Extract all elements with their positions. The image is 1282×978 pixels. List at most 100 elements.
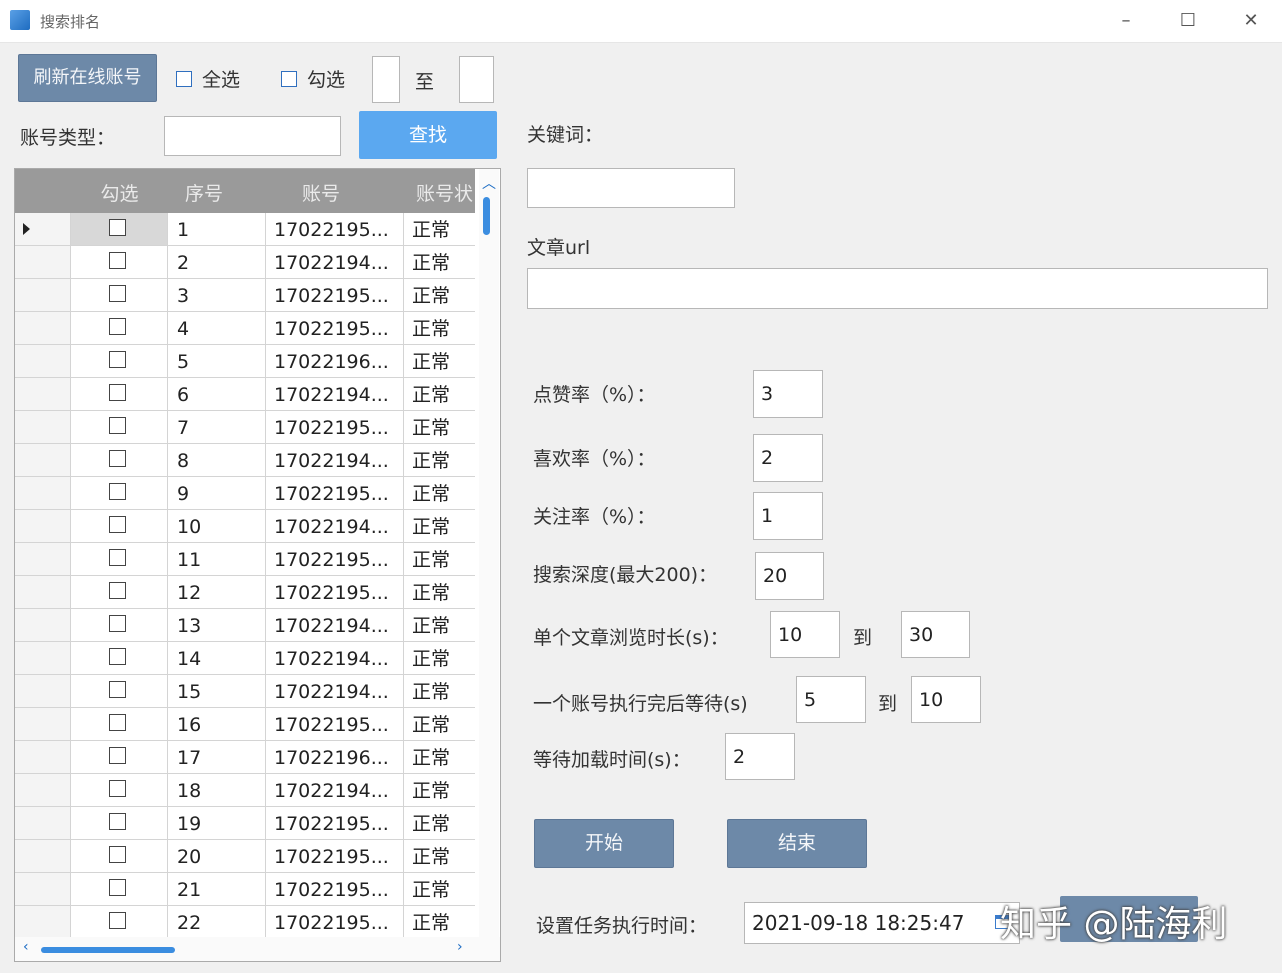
table-row[interactable]: 7 17022195... 正常 [15, 411, 475, 444]
row-checkbox[interactable] [109, 549, 126, 566]
row-header-cell[interactable] [15, 840, 71, 872]
table-row[interactable]: 11 17022195... 正常 [15, 543, 475, 576]
index-cell[interactable]: 11 [168, 543, 266, 575]
table-row[interactable]: 10 17022194... 正常 [15, 510, 475, 543]
fav-rate-input[interactable]: 2 [753, 434, 823, 482]
account-cell[interactable]: 17022195... [266, 576, 404, 608]
account-cell[interactable]: 17022194... [266, 642, 404, 674]
horizontal-scrollbar[interactable]: ‹ › [15, 937, 500, 961]
row-header-cell[interactable] [15, 873, 71, 905]
row-header-cell[interactable] [15, 279, 71, 311]
wait-min-input[interactable]: 5 [796, 676, 866, 723]
account-cell[interactable]: 17022195... [266, 840, 404, 872]
row-header-cell[interactable] [15, 642, 71, 674]
table-row[interactable]: 18 17022194... 正常 [15, 774, 475, 807]
keyword-input[interactable] [527, 168, 735, 208]
account-cell[interactable]: 17022194... [266, 774, 404, 806]
row-header-cell[interactable] [15, 510, 71, 542]
status-cell[interactable]: 正常 [404, 543, 475, 575]
index-cell[interactable]: 21 [168, 873, 266, 905]
close-button[interactable]: ✕ [1237, 8, 1265, 34]
table-row[interactable]: 9 17022195... 正常 [15, 477, 475, 510]
column-header-index[interactable]: 序号 [168, 169, 240, 213]
row-header-cell[interactable] [15, 444, 71, 476]
account-cell[interactable]: 17022195... [266, 411, 404, 443]
account-cell[interactable]: 17022194... [266, 675, 404, 707]
row-header-cell[interactable] [15, 543, 71, 575]
url-input[interactable] [527, 268, 1268, 309]
table-row[interactable]: 3 17022195... 正常 [15, 279, 475, 312]
row-header-cell[interactable] [15, 576, 71, 608]
schedule-datetime-input[interactable]: 2021-09-18 18:25:47 [744, 902, 1020, 944]
index-cell[interactable]: 20 [168, 840, 266, 872]
account-cell[interactable]: 17022194... [266, 378, 404, 410]
status-cell[interactable]: 正常 [404, 411, 475, 443]
row-checkbox[interactable] [109, 615, 126, 632]
row-header-cell[interactable] [15, 774, 71, 806]
follow-rate-input[interactable]: 1 [753, 492, 823, 540]
status-cell[interactable]: 正常 [404, 312, 475, 344]
check-range-checkbox[interactable]: 勾选 [281, 65, 345, 92]
browse-time-max-input[interactable]: 30 [901, 611, 970, 658]
row-header-cell[interactable] [15, 345, 71, 377]
row-header-cell[interactable] [15, 906, 71, 938]
row-checkbox[interactable] [109, 351, 126, 368]
account-cell[interactable]: 17022194... [266, 444, 404, 476]
status-cell[interactable]: 正常 [404, 642, 475, 674]
column-header-account[interactable]: 账号 [266, 169, 376, 213]
maximize-button[interactable]: ☐ [1174, 8, 1202, 34]
load-time-input[interactable]: 2 [725, 733, 795, 780]
account-cell[interactable]: 17022195... [266, 807, 404, 839]
table-row[interactable]: 12 17022195... 正常 [15, 576, 475, 609]
row-header-cell[interactable] [15, 477, 71, 509]
status-cell[interactable]: 正常 [404, 246, 475, 278]
vertical-scrollbar[interactable]: ︿ ﹀ [479, 169, 499, 961]
index-cell[interactable]: 13 [168, 609, 266, 641]
account-cell[interactable]: 17022195... [266, 906, 404, 938]
status-cell[interactable]: 正常 [404, 378, 475, 410]
status-cell[interactable]: 正常 [404, 345, 475, 377]
index-cell[interactable]: 12 [168, 576, 266, 608]
row-checkbox[interactable] [109, 714, 126, 731]
row-header-cell[interactable] [15, 807, 71, 839]
row-checkbox[interactable] [109, 285, 126, 302]
account-cell[interactable]: 17022195... [266, 279, 404, 311]
status-cell[interactable]: 正常 [404, 510, 475, 542]
column-header-check[interactable]: 勾选 [71, 169, 168, 213]
status-cell[interactable]: 正常 [404, 774, 475, 806]
status-cell[interactable]: 正常 [404, 213, 475, 245]
row-checkbox[interactable] [109, 582, 126, 599]
account-cell[interactable]: 17022195... [266, 708, 404, 740]
row-header-cell[interactable] [15, 312, 71, 344]
table-row[interactable]: 22 17022195... 正常 [15, 906, 475, 939]
index-cell[interactable]: 1 [168, 213, 266, 245]
row-header-cell[interactable] [15, 411, 71, 443]
account-cell[interactable]: 17022194... [266, 609, 404, 641]
browse-time-min-input[interactable]: 10 [770, 611, 840, 658]
row-checkbox[interactable] [109, 681, 126, 698]
row-checkbox[interactable] [109, 384, 126, 401]
status-cell[interactable]: 正常 [404, 609, 475, 641]
index-cell[interactable]: 14 [168, 642, 266, 674]
table-row[interactable]: 17 17022196... 正常 [15, 741, 475, 774]
horizontal-scroll-thumb[interactable] [41, 947, 175, 953]
row-checkbox[interactable] [109, 516, 126, 533]
index-cell[interactable]: 22 [168, 906, 266, 938]
status-cell[interactable]: 正常 [404, 675, 475, 707]
scroll-right-icon[interactable]: › [457, 939, 463, 955]
row-checkbox[interactable] [109, 648, 126, 665]
table-row[interactable]: 8 17022194... 正常 [15, 444, 475, 477]
row-header-cell[interactable] [15, 213, 71, 245]
index-cell[interactable]: 8 [168, 444, 266, 476]
account-cell[interactable]: 17022194... [266, 510, 404, 542]
column-header-status[interactable]: 账号状 [404, 169, 475, 213]
index-cell[interactable]: 16 [168, 708, 266, 740]
account-type-input[interactable] [164, 116, 341, 156]
status-cell[interactable]: 正常 [404, 840, 475, 872]
table-row[interactable]: 1 17022195... 正常 [15, 213, 475, 246]
account-cell[interactable]: 17022195... [266, 543, 404, 575]
account-cell[interactable]: 17022196... [266, 741, 404, 773]
search-button[interactable]: 查找 [359, 111, 497, 159]
table-row[interactable]: 13 17022194... 正常 [15, 609, 475, 642]
index-cell[interactable]: 7 [168, 411, 266, 443]
